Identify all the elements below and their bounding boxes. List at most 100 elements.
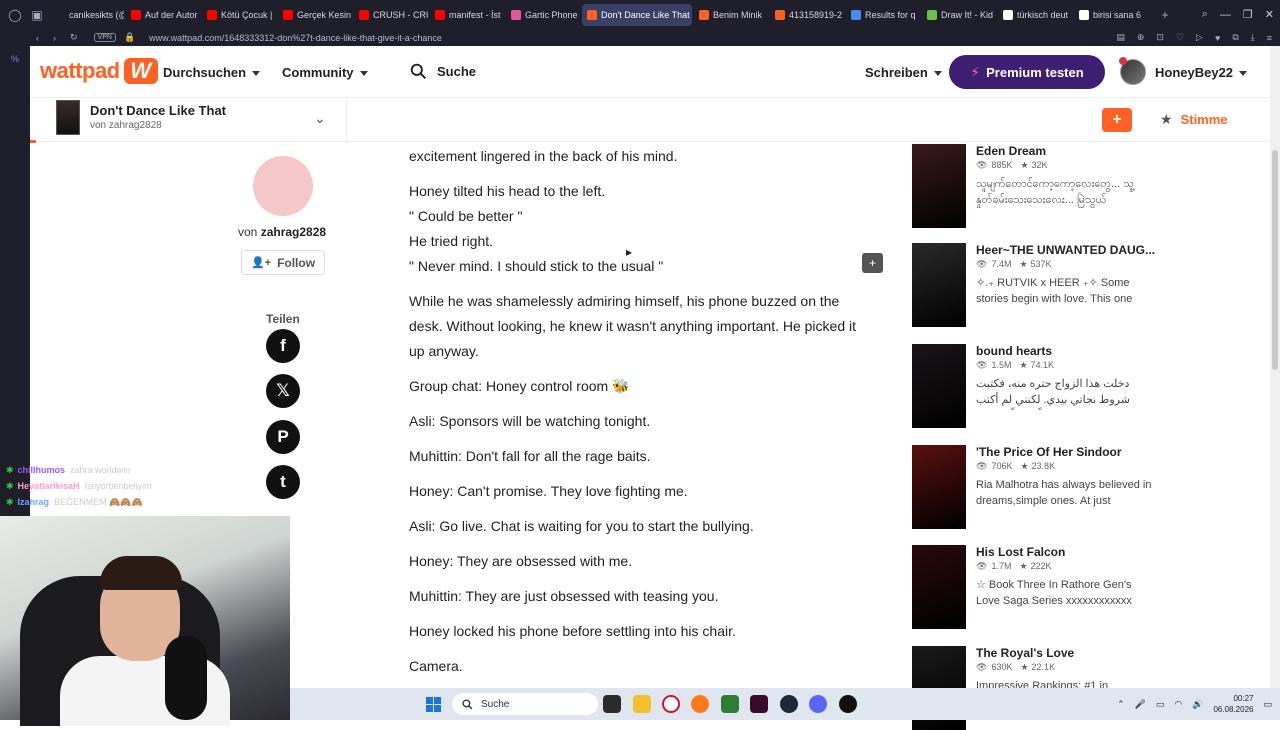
download-icon[interactable]: ⤓ [1251, 32, 1255, 43]
browser-tab[interactable]: Kötü Çocuk | [202, 4, 276, 26]
recommendation-title[interactable]: Eden Dream [976, 144, 1046, 158]
nav-browse-label: Durchsuchen [163, 65, 247, 80]
recommendation-cover[interactable] [912, 545, 966, 629]
close-icon[interactable]: ✕ [1265, 8, 1274, 21]
follow-button[interactable]: 👤+ Follow [241, 250, 325, 275]
url-field[interactable]: www.wattpad.com/1648333312-don%27t-dance… [149, 33, 442, 43]
browser-tab[interactable]: canikesikts (@ [50, 4, 124, 26]
nav-write[interactable]: Schreiben [865, 65, 942, 80]
recommendation-title[interactable]: The Royal's Love [976, 646, 1074, 660]
windows-start-icon[interactable] [426, 697, 441, 712]
browser-tab[interactable]: Results for q [846, 4, 920, 26]
nav-community[interactable]: Community [282, 65, 368, 80]
by-label: von [238, 225, 258, 239]
volume-icon[interactable]: 🔊 [1192, 699, 1203, 710]
app-icon[interactable] [750, 695, 768, 713]
back-icon[interactable]: ‹ [36, 33, 39, 43]
story-content: excitement lingered in the back of his m… [409, 144, 859, 679]
browser-tab[interactable]: Don't Dance Like That [582, 3, 692, 26]
snapshot-icon[interactable]: ⊡ [1156, 32, 1164, 43]
wattpad-logo[interactable]: wattpad W [40, 58, 158, 84]
obs-icon[interactable] [839, 695, 857, 713]
tab-list: canikesikts (@ Auf der Autor Kötü Çocuk | G… [50, 3, 1150, 26]
browser-tab[interactable]: Gartic Phone [506, 4, 580, 26]
display-icon[interactable]: ▭ [1156, 699, 1165, 710]
new-tab-icon[interactable]: + [1156, 6, 1174, 24]
recommendation-title[interactable]: 'The Price Of Her Sindoor [976, 445, 1122, 459]
opera-icon[interactable] [662, 695, 680, 713]
recommendation-card[interactable]: Eden Dream 👁 885K ★ 32K သူမျက်တောင်ကော့ကော့လေ… [912, 144, 1252, 228]
reads-count: 7.4M [991, 259, 1012, 269]
forward-icon[interactable]: › [53, 33, 56, 43]
recommendation-title[interactable]: Heer~THE UNWANTED DAUG... [976, 243, 1155, 257]
browser-tab[interactable]: Auf der Autor [126, 4, 200, 26]
opera-logo-icon[interactable]: ◯ [6, 6, 24, 24]
bookmark-icon[interactable]: ♡ [1176, 32, 1184, 43]
recommendation-card[interactable]: 'The Price Of Her Sindoor 👁 706K ★ 23.8K Ria … [912, 445, 1252, 529]
workspaces-icon[interactable]: ▣ [28, 6, 46, 24]
minimize-icon[interactable]: — [1220, 9, 1231, 21]
x-icon[interactable]: 𝕏 [266, 374, 300, 408]
add-to-library-button[interactable]: + [1102, 108, 1132, 132]
minecraft-icon[interactable] [721, 695, 739, 713]
scrollbar-thumb[interactable] [1272, 150, 1278, 370]
browser-tab[interactable]: türkisch deut [998, 4, 1072, 26]
zoom-icon[interactable]: ⊕ [1137, 32, 1145, 43]
browser-tab[interactable]: CRUSH - CRU [354, 4, 428, 26]
recommendation-card[interactable]: bound hearts 👁 1.5M ★ 74.1K دخلت هذا الزواج ح… [912, 344, 1252, 428]
story-title[interactable]: Don't Dance Like That [90, 103, 226, 118]
recommendation-cover[interactable] [912, 144, 966, 228]
discord-icon[interactable] [809, 695, 827, 713]
reader-icon[interactable]: ▤ [1116, 32, 1125, 43]
browser-tab[interactable]: 413158919-2 [770, 4, 844, 26]
vpn-badge[interactable]: VPN [93, 33, 116, 42]
tab-favicon-icon [131, 9, 141, 20]
pinterest-icon[interactable]: P [266, 420, 300, 454]
clock[interactable]: 00:27 06.08.2026 [1213, 693, 1253, 715]
recommendation-title[interactable]: bound hearts [976, 344, 1052, 358]
steam-icon[interactable] [780, 695, 798, 713]
play-icon[interactable]: ▷ [1196, 32, 1203, 43]
chevron-down-icon[interactable]: ⌄ [314, 110, 326, 127]
eye-icon: 👁 [976, 662, 988, 672]
author-avatar[interactable] [253, 156, 313, 216]
premium-button[interactable]: ⚡ Premium testen [949, 55, 1105, 89]
chat-message: ✱ lzahrag BEĞENMEM 🙈🙈🙈 [0, 494, 290, 510]
menu-icon[interactable]: ≡ [1267, 33, 1272, 43]
vote-button[interactable]: ★ Stimme [1160, 111, 1228, 128]
user-menu[interactable]: HoneyBey22 [1155, 65, 1248, 80]
recommendation-card[interactable]: His Lost Falcon 👁 1.7M ★ 222K ☆ Book Three In… [912, 545, 1252, 629]
facebook-icon[interactable]: f [266, 329, 300, 363]
heart-icon[interactable]: ♥ [1215, 33, 1220, 43]
file-explorer-icon[interactable] [633, 695, 651, 713]
story-paragraph: Honey: They are obsessed with me. [409, 553, 633, 569]
story-author[interactable]: von zahrag2828 [90, 120, 162, 131]
search-box[interactable]: Suche [410, 63, 476, 80]
browser-tab[interactable]: birisi sana 6 [1074, 4, 1148, 26]
firefox-icon[interactable] [691, 695, 709, 713]
story-cover-thumb[interactable] [56, 100, 80, 135]
extensions-icon[interactable]: ⧉ [1232, 32, 1238, 43]
microphone-icon[interactable]: 🎤 [1135, 699, 1146, 710]
taskbar-search[interactable]: Suche [452, 693, 598, 715]
browser-tab[interactable]: Benim Minik [694, 4, 768, 26]
maximize-icon[interactable]: ❐ [1243, 8, 1253, 21]
wifi-icon[interactable]: ◠ [1174, 699, 1182, 710]
recommendation-cover[interactable] [912, 344, 966, 428]
browser-tab[interactable]: Gerçek Kesin [278, 4, 352, 26]
task-view-icon[interactable] [603, 695, 621, 713]
browser-tab[interactable]: Draw It! - Kid [922, 4, 996, 26]
chevron-up-icon[interactable]: ⌃ [1117, 699, 1125, 710]
reload-icon[interactable]: ↻ [70, 32, 78, 43]
inline-comment-icon[interactable]: + [862, 253, 883, 273]
author-name[interactable]: zahrag2828 [261, 225, 326, 239]
recommendation-cover[interactable] [912, 243, 966, 327]
browser-tab[interactable]: manifest - İst [430, 4, 504, 26]
sidebar-percent-icon[interactable]: % [11, 54, 19, 64]
nav-browse[interactable]: Durchsuchen [163, 65, 261, 80]
search-tabs-icon[interactable]: ⌕ [1202, 8, 1208, 21]
recommendation-title[interactable]: His Lost Falcon [976, 545, 1065, 559]
notifications-icon[interactable]: ▭ [1263, 699, 1272, 710]
recommendation-card[interactable]: Heer~THE UNWANTED DAUG... 👁 7.4M ★ 537K ✧.₊ R… [912, 243, 1252, 327]
recommendation-cover[interactable] [912, 445, 966, 529]
